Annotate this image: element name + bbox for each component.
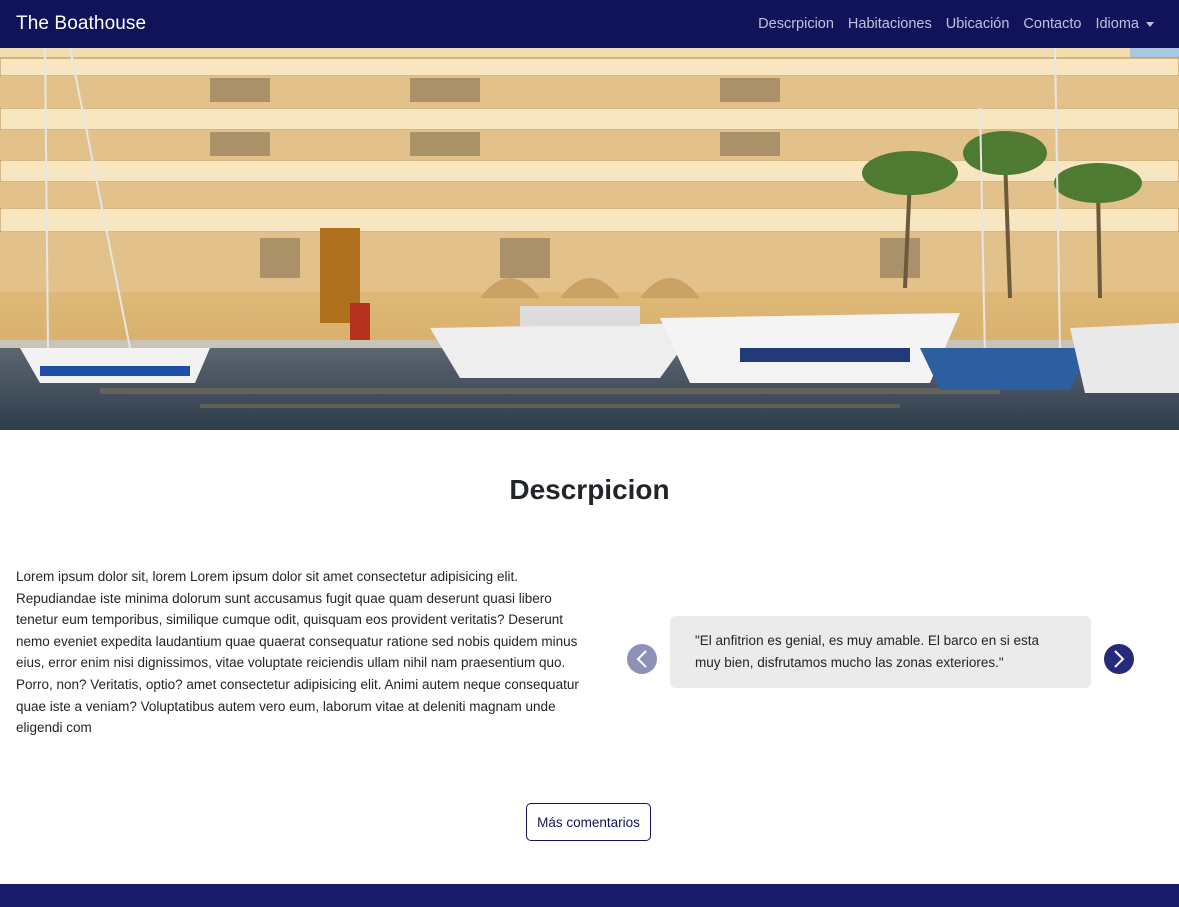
footer xyxy=(0,884,1179,907)
nav-link-descripcion[interactable]: Descrpicion xyxy=(751,16,841,32)
nav-link-contacto[interactable]: Contacto xyxy=(1016,16,1088,32)
nav-link-ubicacion[interactable]: Ubicación xyxy=(939,16,1017,32)
carousel-prev-button[interactable] xyxy=(627,644,657,674)
navbar: The Boathouse Descrpicion Habitaciones U… xyxy=(0,0,1179,48)
nav-link-habitaciones[interactable]: Habitaciones xyxy=(841,16,939,32)
description-text: Lorem ipsum dolor sit, lorem Lorem ipsum… xyxy=(16,569,579,736)
hero-image xyxy=(0,48,1179,430)
nav-dropdown-idioma[interactable]: Idioma xyxy=(1088,16,1163,32)
caret-down-icon xyxy=(1146,21,1154,27)
brand-logo-link[interactable]: The Boathouse xyxy=(16,13,146,35)
chevron-left-icon xyxy=(636,650,647,668)
section-title: Descrpicion xyxy=(509,474,670,505)
chevron-right-icon xyxy=(1114,650,1125,668)
nav-dropdown-idioma-label: Idioma xyxy=(1095,16,1139,32)
carousel-next-button[interactable] xyxy=(1104,644,1134,674)
testimonial-card: "El anfitrion es genial, es muy amable. … xyxy=(670,616,1091,688)
nav-links: Descrpicion Habitaciones Ubicación Conta… xyxy=(751,16,1163,32)
more-comments-button[interactable]: Más comentarios xyxy=(526,803,651,841)
marina-hotel-photo xyxy=(0,48,1179,430)
